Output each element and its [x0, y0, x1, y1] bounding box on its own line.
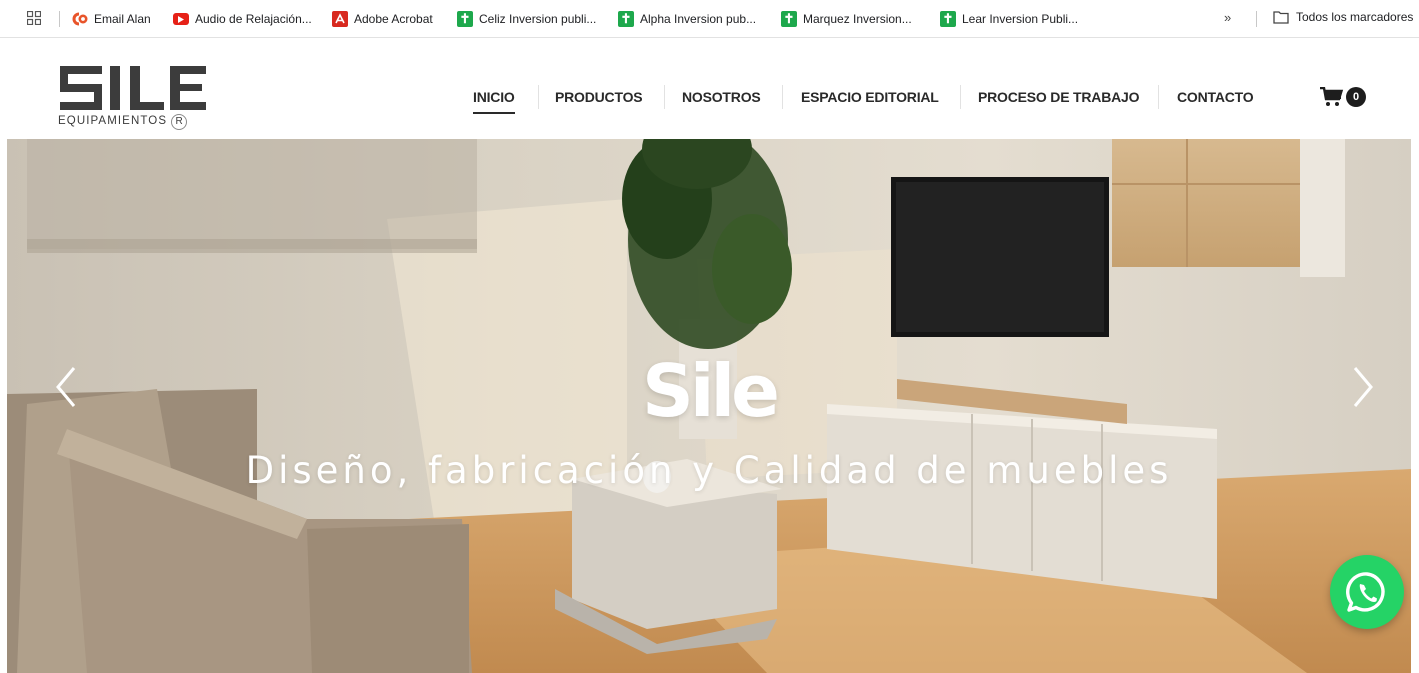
acrobat-icon — [332, 11, 348, 27]
cross-icon: ✝ — [940, 11, 956, 27]
logo-tagline: EQUIPAMIENTOS — [58, 115, 168, 127]
cart-button[interactable]: 0 — [1320, 87, 1366, 107]
nav-divider — [664, 85, 665, 109]
sile-logo[interactable]: EQUIPAMIENTOS R — [58, 64, 218, 134]
hero-subtitle: Diseño, fabricación y Calidad de muebles — [245, 449, 1173, 492]
bookmark-celiz-inversion[interactable]: ✝ Celiz Inversion publi... — [457, 10, 596, 28]
whatsapp-icon — [1346, 572, 1385, 612]
more-bookmarks-button[interactable]: » — [1224, 10, 1231, 25]
nav-espacio-editorial[interactable]: ESPACIO EDITORIAL — [801, 89, 939, 105]
bookmarks-separator — [59, 11, 60, 27]
nav-divider — [782, 85, 783, 109]
bookmark-marquez-inversion[interactable]: ✝ Marquez Inversion... — [781, 10, 912, 28]
bookmark-alpha-inversion[interactable]: ✝ Alpha Inversion pub... — [618, 10, 756, 28]
nav-inicio[interactable]: INICIO — [473, 89, 515, 114]
apps-grid-icon[interactable] — [27, 11, 41, 25]
folder-icon — [1273, 11, 1289, 24]
hero-slider: Sile Diseño, fabricación y Calidad de mu… — [7, 139, 1411, 673]
nav-divider — [1158, 85, 1159, 109]
bookmark-email-alan[interactable]: Email Alan — [72, 10, 151, 28]
cross-icon: ✝ — [781, 11, 797, 27]
cart-icon — [1320, 87, 1344, 106]
bookmarks-separator — [1256, 11, 1257, 27]
nav-contacto[interactable]: CONTACTO — [1177, 89, 1254, 105]
nav-divider — [538, 85, 539, 109]
nav-nosotros[interactable]: NOSOTROS — [682, 89, 761, 105]
bookmark-lear-inversion[interactable]: ✝ Lear Inversion Publi... — [940, 10, 1078, 28]
cp-icon — [72, 11, 88, 27]
logo-mark — [60, 66, 206, 110]
bookmarks-bar: Email Alan Audio de Relajación... Adobe … — [0, 0, 1419, 38]
all-bookmarks-button[interactable]: Todos los marcadores — [1273, 10, 1413, 24]
cross-icon: ✝ — [618, 11, 634, 27]
nav-proceso-de-trabajo[interactable]: PROCESO DE TRABAJO — [978, 89, 1140, 105]
whatsapp-button[interactable] — [1330, 555, 1404, 629]
cart-count-badge: 0 — [1346, 87, 1366, 107]
registered-mark: R — [171, 114, 188, 130]
next-slide-arrow-icon[interactable] — [1347, 364, 1377, 410]
hero-title: Sile — [641, 349, 780, 433]
prev-slide-arrow-icon[interactable] — [52, 364, 82, 410]
nav-productos[interactable]: PRODUCTOS — [555, 89, 643, 105]
bookmark-audio-relajacion[interactable]: Audio de Relajación... — [173, 10, 312, 28]
nav-divider — [960, 85, 961, 109]
cross-icon: ✝ — [457, 11, 473, 27]
bookmark-adobe-acrobat[interactable]: Adobe Acrobat — [332, 10, 433, 28]
youtube-icon — [173, 11, 189, 27]
site-header: EQUIPAMIENTOS R INICIO PRODUCTOS NOSOTROS… — [0, 55, 1419, 139]
